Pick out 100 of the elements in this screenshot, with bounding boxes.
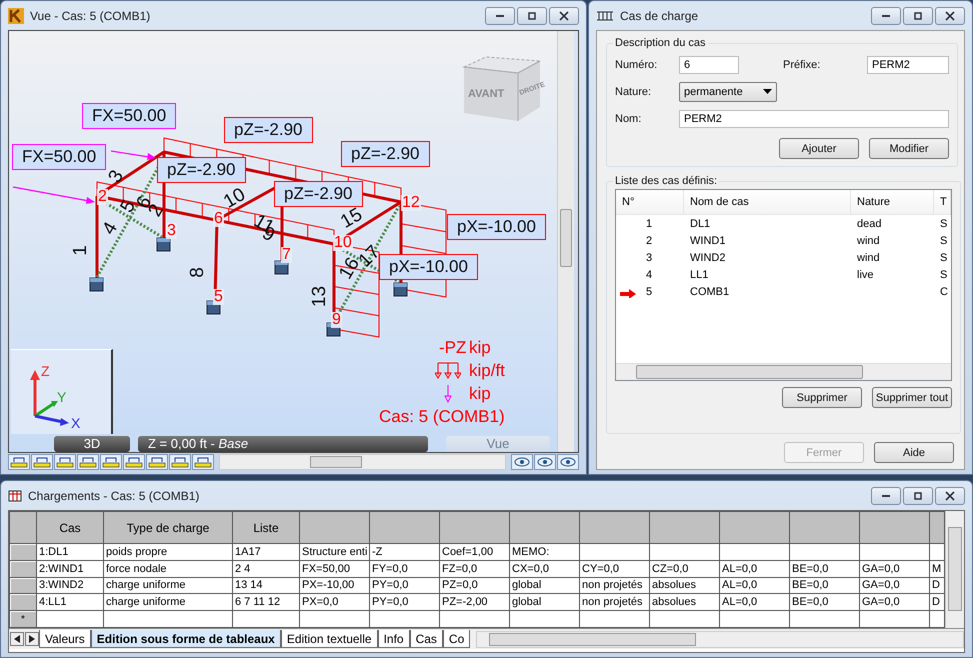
table-cell: 1A17 (235, 546, 261, 558)
load-label: pZ=-2.90 (341, 141, 430, 167)
table-cell: global (512, 596, 542, 608)
horizontal-scrollbar[interactable] (616, 363, 951, 380)
load-label: pX=-10.00 (379, 254, 478, 280)
horizontal-scrollbar[interactable] (219, 454, 506, 470)
vertical-scrollbar[interactable] (945, 511, 964, 628)
minimize-button[interactable] (871, 6, 901, 24)
column-header[interactable]: Nom de cas (684, 190, 851, 214)
mode-button[interactable]: 3D (54, 436, 130, 452)
column-header[interactable]: Cas (59, 520, 81, 534)
toolbar-button[interactable] (192, 454, 214, 470)
member-number: 15 (338, 205, 366, 232)
list-cell: S (940, 234, 948, 246)
case-row[interactable]: 3 WIND2 wind S (616, 249, 951, 266)
toolbar-button[interactable] (511, 454, 533, 470)
toolbar-button[interactable] (123, 454, 145, 470)
horizontal-scrollbar[interactable] (476, 630, 964, 648)
member-number: 8 (188, 267, 207, 278)
tab[interactable]: Valeurs (39, 630, 91, 648)
load-label: pZ=-2.90 (274, 181, 363, 207)
tab[interactable]: Edition textuelle (280, 630, 378, 648)
tab-scroll-left[interactable] (10, 632, 24, 646)
legend-case: Cas: 5 (COMB1) (379, 406, 505, 428)
close-button[interactable] (935, 486, 965, 504)
action-button[interactable]: Ajouter (779, 138, 859, 159)
table-cell: AL=0,0 (722, 562, 758, 575)
toolbar-button[interactable] (534, 454, 556, 470)
case-row[interactable]: 4 LL1 live S (616, 266, 951, 283)
node-number: 9 (331, 312, 342, 328)
maximize-button[interactable] (903, 6, 933, 24)
eye-icon (559, 456, 577, 468)
toolbar-button[interactable] (146, 454, 168, 470)
case-row[interactable]: 2 WIND1 wind S (616, 232, 951, 249)
tab[interactable]: Cas (410, 630, 443, 648)
table-cell: PZ=-2,00 (442, 596, 488, 608)
toolbar-button[interactable] (54, 454, 76, 470)
table-cell: 2 4 (235, 562, 250, 575)
close-button[interactable] (935, 6, 965, 24)
table-cell: FX=50,00 (302, 562, 350, 575)
plane-selector[interactable]: Z = 0,00 ft - Base (138, 436, 428, 452)
toolbar-button[interactable] (100, 454, 122, 470)
table-cell: CY=0,0 (582, 562, 619, 575)
tab[interactable]: Info (378, 630, 410, 648)
force-arrow (110, 150, 156, 160)
action-button[interactable]: Supprimer (782, 387, 862, 408)
arrow-icon (620, 288, 636, 298)
number-field[interactable]: 6 (679, 56, 739, 74)
minimize-button[interactable] (485, 6, 515, 24)
nature-dropdown[interactable]: permanente (679, 82, 777, 102)
toolbar-button[interactable] (31, 454, 53, 470)
toolbar-button[interactable] (77, 454, 99, 470)
table-cell: FY=0,0 (372, 562, 408, 575)
column-header[interactable]: Liste (253, 520, 279, 534)
column-header[interactable]: T (934, 190, 951, 214)
toolbar-button[interactable] (557, 454, 579, 470)
case-row[interactable]: 5 COMB1 C (616, 283, 951, 300)
prefix-field[interactable]: PERM2 (867, 56, 949, 74)
close-button[interactable] (549, 6, 579, 24)
maximize-icon (526, 10, 538, 20)
toolbar-button[interactable] (169, 454, 191, 470)
caret-icon (763, 89, 772, 94)
toolbar-button[interactable] (8, 454, 30, 470)
table-cell: M (932, 562, 942, 575)
tab[interactable]: Co (442, 630, 470, 648)
action-button[interactable]: Supprimer tout (872, 387, 952, 408)
maximize-button[interactable] (517, 6, 547, 24)
table-cell: charge uniforme (106, 579, 186, 592)
table-cell: non projetés (582, 579, 643, 592)
tab[interactable]: Edition sous forme de tableaux (90, 630, 281, 648)
table-cell: 6 7 11 12 (235, 596, 280, 608)
table-cell: PX=0,0 (302, 596, 338, 608)
list-cell-text: 1 (646, 218, 654, 230)
action-button[interactable]: Aide (874, 442, 954, 463)
vertical-scrollbar[interactable] (557, 31, 574, 452)
table-cell: global (512, 579, 542, 592)
action-button[interactable]: Modifier (869, 138, 949, 159)
column-header[interactable]: Nature (851, 190, 934, 214)
list-cell: WIND1 (690, 234, 726, 246)
node-number: 6 (213, 211, 224, 227)
tab-scroll-right[interactable] (25, 632, 39, 646)
row-header[interactable] (10, 560, 36, 578)
list-cell: dead (857, 218, 882, 230)
table-cell: absolues (652, 596, 696, 608)
legend-unit: kip/ft (469, 360, 505, 382)
column-header[interactable]: N° (616, 190, 684, 214)
row-header[interactable] (10, 577, 36, 594)
case-row[interactable]: 1 DL1 dead S (616, 215, 951, 232)
minimize-button[interactable] (871, 486, 901, 504)
new-row-marker[interactable]: * (10, 610, 36, 628)
node-number: 10 (333, 235, 353, 251)
row-header[interactable] (10, 594, 36, 611)
viewport-3d[interactable] (9, 31, 557, 452)
table-cell: GA=0,0 (862, 596, 900, 608)
row-header[interactable] (10, 544, 36, 560)
member-number: 13 (310, 286, 330, 308)
maximize-button[interactable] (903, 486, 933, 504)
load-case-icon (596, 10, 614, 22)
name-field[interactable]: PERM2 (679, 110, 949, 128)
table-cell: PZ=0,0 (442, 579, 478, 592)
